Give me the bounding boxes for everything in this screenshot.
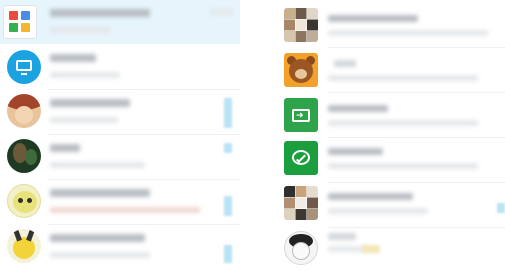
conversation-title <box>328 233 356 240</box>
conversation-item[interactable]: ➜ <box>272 93 505 137</box>
conversation-item[interactable] <box>0 135 240 179</box>
conversation-preview <box>50 162 145 168</box>
conversation-preview <box>50 207 200 213</box>
unread-badge <box>224 245 232 263</box>
conversation-item[interactable] <box>272 0 505 44</box>
conversation-item[interactable] <box>272 228 505 271</box>
conversation-list-left <box>0 0 240 271</box>
conversation-title <box>50 9 150 17</box>
photo-grid-avatar-2 <box>284 186 318 220</box>
conversation-item[interactable] <box>272 138 505 182</box>
conversation-preview <box>328 30 488 36</box>
photo-grid-avatar <box>284 8 318 42</box>
sketch-avatar <box>284 231 318 265</box>
emoji-sticker <box>362 245 380 253</box>
conversation-title <box>50 234 145 242</box>
conversation-item[interactable] <box>0 180 240 224</box>
conversation-title <box>328 105 388 112</box>
unread-badge <box>224 143 232 153</box>
app-grid-icon <box>3 5 37 39</box>
conversation-item[interactable] <box>0 45 240 89</box>
anime-avatar-brown <box>7 94 41 128</box>
conversation-preview <box>328 208 428 214</box>
conversation-item[interactable] <box>272 183 505 227</box>
conversation-time <box>210 9 234 15</box>
conversation-title <box>328 193 413 200</box>
conversation-title <box>50 144 80 152</box>
conversation-title <box>50 99 130 107</box>
conversation-preview <box>50 117 118 123</box>
conversation-title <box>50 54 96 62</box>
monitor-icon <box>7 50 41 84</box>
unread-badge <box>224 98 232 128</box>
conversation-preview <box>328 120 478 126</box>
chat-bubble-icon <box>284 141 318 175</box>
unread-badge <box>224 196 232 216</box>
photo-avatar-green <box>7 139 41 173</box>
pikachu-avatar <box>7 229 41 263</box>
conversation-item[interactable] <box>0 225 240 269</box>
conversation-preview <box>328 163 478 169</box>
conversation-preview <box>50 27 110 33</box>
conversation-title <box>50 189 150 197</box>
conversation-item[interactable] <box>0 0 240 44</box>
folder-transfer-icon: ➜ <box>284 98 318 132</box>
unread-badge <box>497 203 505 213</box>
conversation-item[interactable] <box>272 48 505 92</box>
conversation-item[interactable] <box>0 90 240 134</box>
conversation-preview <box>328 75 478 81</box>
bear-avatar <box>284 53 318 87</box>
conversation-title <box>334 60 356 67</box>
cartoon-avatar-yellow <box>7 184 41 218</box>
conversation-list-right: ➜ <box>272 0 505 271</box>
conversation-title <box>328 148 383 155</box>
conversation-preview <box>50 252 150 258</box>
conversation-preview <box>50 72 120 78</box>
conversation-title <box>328 15 418 22</box>
